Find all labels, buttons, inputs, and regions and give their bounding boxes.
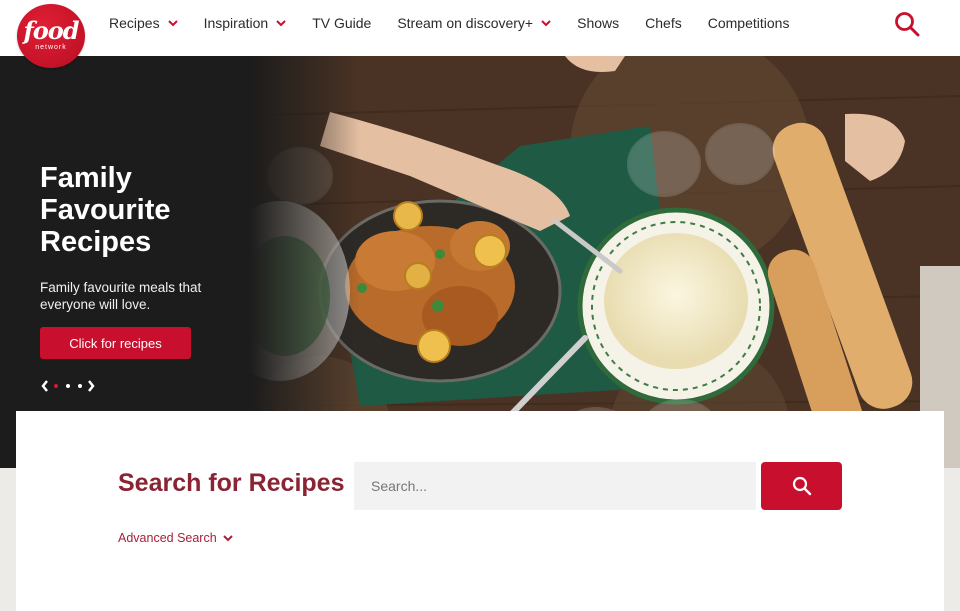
hero-title-line: Family	[40, 162, 132, 194]
nav-item-stream[interactable]: Stream on discovery+	[397, 15, 551, 31]
advanced-search-toggle[interactable]: Advanced Search	[118, 531, 233, 545]
nav-label: Chefs	[645, 15, 682, 31]
chevron-left-icon[interactable]	[40, 379, 50, 393]
nav-item-chefs[interactable]: Chefs	[645, 15, 682, 31]
logo-subtext: network	[35, 44, 67, 51]
hero-banner: Family Favourite Recipes Family favourit…	[0, 56, 960, 468]
chevron-down-icon	[167, 19, 178, 26]
recipe-search-input[interactable]	[354, 462, 756, 510]
hero-food-photo	[0, 56, 960, 468]
chevron-down-icon	[541, 19, 551, 26]
advanced-search-label: Advanced Search	[118, 531, 217, 545]
logo-word: food	[23, 16, 79, 45]
carousel-dot-active[interactable]	[54, 384, 58, 388]
chevron-right-icon[interactable]	[86, 379, 96, 393]
nav-item-inspiration[interactable]: Inspiration	[204, 15, 287, 31]
food-network-logo[interactable]: food network	[17, 4, 85, 68]
hero-title: Family Favourite Recipes	[40, 162, 260, 258]
click-for-recipes-button[interactable]: Click for recipes	[40, 327, 191, 359]
search-icon	[792, 476, 811, 496]
nav-label: TV Guide	[312, 15, 372, 31]
nav-label: Recipes	[109, 15, 160, 31]
carousel-dot[interactable]	[78, 384, 82, 388]
nav-item-recipes[interactable]: Recipes	[109, 15, 178, 31]
site-header: food network Recipes Inspiration TV Guid…	[0, 0, 960, 68]
nav-item-shows[interactable]: Shows	[577, 15, 619, 31]
chevron-down-icon	[276, 19, 286, 26]
hero-title-line: Favourite	[40, 194, 171, 226]
carousel-controls	[40, 379, 96, 393]
main-nav: Recipes Inspiration TV Guide Stream on d…	[109, 0, 815, 46]
chevron-down-icon	[222, 534, 233, 541]
nav-item-competitions[interactable]: Competitions	[708, 15, 790, 31]
nav-item-tv-guide[interactable]: TV Guide	[312, 15, 371, 31]
nav-label: Stream on discovery+	[397, 15, 534, 31]
carousel-dot[interactable]	[66, 384, 70, 388]
nav-label: Inspiration	[203, 15, 269, 31]
recipe-search-button[interactable]	[761, 462, 842, 510]
nav-label: Competitions	[707, 15, 790, 31]
recipe-search-panel: Search for Recipes Advanced Search	[16, 411, 944, 611]
hero-title-line: Recipes	[40, 226, 152, 258]
nav-label: Shows	[577, 15, 620, 31]
search-icon[interactable]	[894, 11, 920, 37]
search-panel-title: Search for Recipes	[118, 469, 345, 497]
hero-description: Family favourite meals that everyone wil…	[40, 280, 202, 312]
